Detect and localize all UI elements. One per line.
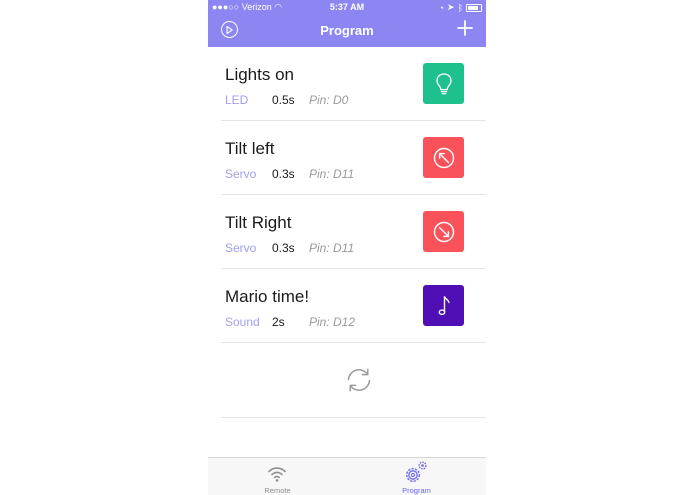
page-title: Program: [320, 23, 374, 38]
program-item[interactable]: Tilt Right Servo 0.3s Pin: D11: [221, 195, 486, 269]
refresh-icon[interactable]: [344, 366, 374, 394]
phone-screen: ●●●○○ Verizon ◠ 5:37 AM ◔ ➤ ᛒ Program Li…: [208, 0, 486, 495]
item-title: Tilt left: [225, 139, 275, 158]
tab-remote[interactable]: Remote: [208, 458, 347, 495]
item-icon-tile[interactable]: [423, 63, 464, 104]
lightbulb-icon: [435, 72, 452, 94]
item-type: Sound: [225, 315, 260, 329]
item-icon-tile[interactable]: [423, 137, 464, 178]
music-note-icon: [438, 295, 450, 315]
item-title: Lights on: [225, 65, 294, 84]
tab-bar: Remote Program: [208, 457, 486, 495]
item-title: Tilt Right: [225, 213, 292, 232]
item-title: Mario time!: [225, 287, 310, 306]
program-item[interactable]: Lights on LED 0.5s Pin: D0: [221, 47, 486, 121]
wifi-icon: [268, 467, 286, 482]
item-meta: Servo 0.3s Pin: D11: [225, 167, 354, 181]
item-pin: Pin: D11: [309, 241, 355, 255]
battery-icon: [466, 3, 482, 12]
add-button[interactable]: [456, 19, 474, 37]
item-pin: Pin: D12: [309, 315, 356, 329]
item-icon-tile[interactable]: [423, 211, 464, 252]
item-duration: 2s: [272, 315, 285, 329]
item-meta: Sound 2s Pin: D12: [225, 315, 355, 329]
item-duration: 0.3s: [272, 167, 295, 181]
item-type: Servo: [225, 241, 257, 255]
item-duration: 0.5s: [272, 93, 295, 107]
program-list: Lights on LED 0.5s Pin: D0 Tilt left Ser…: [221, 47, 486, 418]
tab-program[interactable]: Program: [347, 458, 486, 495]
item-meta: LED 0.5s Pin: D0: [225, 93, 348, 107]
arrow-down-right-circle-icon: [433, 221, 454, 242]
refresh-row: [221, 343, 486, 418]
lock-rotation-icon: ◔: [438, 2, 445, 13]
item-type: Servo: [225, 167, 257, 181]
arrow-up-left-circle-icon: [433, 147, 454, 168]
item-type: LED: [225, 93, 249, 107]
program-item[interactable]: Tilt left Servo 0.3s Pin: D11: [221, 121, 486, 195]
status-icons: ◔ ➤ ᛒ: [439, 2, 482, 13]
item-pin: Pin: D11: [309, 167, 355, 181]
location-icon: ➤: [447, 2, 455, 12]
item-duration: 0.3s: [272, 241, 295, 255]
item-pin: Pin: D0: [309, 93, 349, 107]
item-icon-tile[interactable]: [423, 285, 464, 326]
program-item[interactable]: Mario time! Sound 2s Pin: D12: [221, 269, 486, 343]
status-bar: ●●●○○ Verizon ◠ 5:37 AM ◔ ➤ ᛒ: [208, 0, 486, 14]
gears-icon: [405, 461, 427, 483]
navigation-bar: ●●●○○ Verizon ◠ 5:37 AM ◔ ➤ ᛒ Program: [208, 0, 486, 47]
bluetooth-icon: ᛒ: [457, 2, 463, 13]
item-meta: Servo 0.3s Pin: D11: [225, 241, 354, 255]
